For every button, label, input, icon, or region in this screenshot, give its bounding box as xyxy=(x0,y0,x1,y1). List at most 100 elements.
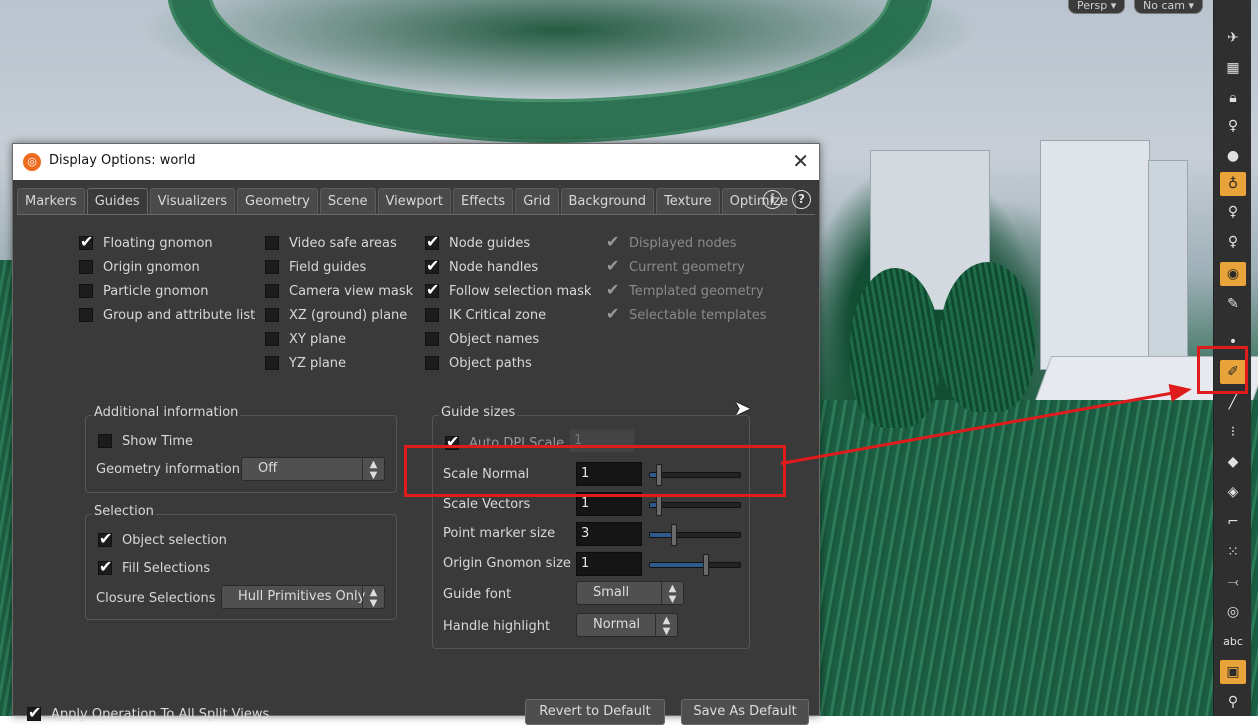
checkbox[interactable] xyxy=(79,232,93,251)
xy-plane-toggle[interactable]: XY plane xyxy=(265,329,346,349)
checkbox-label: Object names xyxy=(449,331,540,347)
origin-gnomon-toggle[interactable]: Origin gnomon xyxy=(79,257,200,277)
xz-plane-toggle[interactable]: XZ (ground) plane xyxy=(265,305,407,325)
checkbox[interactable] xyxy=(98,529,112,548)
checkbox[interactable] xyxy=(265,308,279,322)
save-as-default-button[interactable]: Save As Default xyxy=(681,699,809,725)
show-time-toggle[interactable]: Show Time xyxy=(98,431,193,451)
object-selection-toggle[interactable]: Object selection xyxy=(98,529,227,550)
slider-thumb[interactable] xyxy=(656,494,662,516)
background-image-icon[interactable]: ▣ xyxy=(1220,660,1246,684)
checkbox[interactable] xyxy=(79,284,93,298)
tab-grid[interactable]: Grid xyxy=(515,188,559,214)
sphere-icon[interactable]: ● xyxy=(1220,144,1246,168)
tab-scene[interactable]: Scene xyxy=(319,188,376,214)
handle-highlight-select[interactable]: Normal ▲ ▼ xyxy=(576,613,678,637)
checkbox[interactable] xyxy=(265,236,279,250)
guide-font-select[interactable]: Small ▲ ▼ xyxy=(576,581,684,605)
help-icon[interactable]: ? xyxy=(792,190,811,209)
checkbox[interactable] xyxy=(425,256,439,275)
scale-vectors-slider[interactable] xyxy=(649,494,741,516)
light-bulb-icon[interactable]: ♀ xyxy=(1220,114,1246,138)
select-value: Off xyxy=(258,461,278,476)
tab-markers[interactable]: Markers xyxy=(17,188,85,214)
point-numbers-icon[interactable]: ⁝ xyxy=(1220,420,1246,444)
houdini-logo-icon: ◎ xyxy=(23,153,41,171)
key-light-icon[interactable]: ♀ xyxy=(1220,230,1246,254)
floating-gnomon-toggle[interactable]: Floating gnomon xyxy=(79,232,213,253)
fill-selections-toggle[interactable]: Fill Selections xyxy=(98,557,210,578)
tab-geometry[interactable]: Geometry xyxy=(237,188,318,214)
origin-gnomon-size-slider[interactable] xyxy=(649,554,741,576)
hull-icon[interactable]: ⤙ xyxy=(1220,570,1246,594)
text-labels-icon[interactable]: abc xyxy=(1220,630,1246,654)
ambient-occlusion-icon[interactable]: ◉ xyxy=(1220,262,1246,286)
tab-viewport[interactable]: Viewport xyxy=(377,188,452,214)
slider-thumb[interactable] xyxy=(703,554,709,576)
tab-effects[interactable]: Effects xyxy=(453,188,514,214)
checkbox-label: XZ (ground) plane xyxy=(289,307,408,323)
video-safe-areas-toggle[interactable]: Video safe areas xyxy=(265,233,397,253)
info-icon[interactable]: i xyxy=(763,190,782,209)
follow-selection-mask-toggle[interactable]: Follow selection mask xyxy=(425,280,591,301)
checkbox[interactable] xyxy=(425,232,439,251)
breakpoint-icon[interactable]: ⁙ xyxy=(1220,540,1246,564)
camera-menu[interactable]: No cam ▾ xyxy=(1134,0,1203,14)
geometry-information-select[interactable]: Off ▲ ▼ xyxy=(241,457,385,481)
group-attribute-list-toggle[interactable]: Group and attribute list xyxy=(79,305,255,325)
lock-icon[interactable]: 🔒︎ xyxy=(1220,86,1246,110)
camera-view-mask-toggle[interactable]: Camera view mask xyxy=(265,281,413,301)
field-guides-toggle[interactable]: Field guides xyxy=(265,257,366,277)
circle-icon[interactable]: ◎ xyxy=(1220,600,1246,624)
object-names-toggle[interactable]: Object names xyxy=(425,329,539,349)
prim-icon[interactable]: ◈ xyxy=(1220,480,1246,504)
persp-menu[interactable]: Persp ▾ xyxy=(1068,0,1126,14)
checkbox[interactable] xyxy=(265,284,279,298)
revert-to-default-button[interactable]: Revert to Default xyxy=(525,699,665,725)
node-guides-toggle[interactable]: Node guides xyxy=(425,232,530,253)
checkbox[interactable] xyxy=(425,280,439,299)
origin-gnomon-size-field[interactable]: 1 xyxy=(576,552,642,576)
dialog-titlebar[interactable]: ◎ Display Options: world ✕ xyxy=(13,144,819,180)
checkbox[interactable] xyxy=(425,332,439,346)
checkbox[interactable] xyxy=(265,260,279,274)
tab-texture[interactable]: Texture xyxy=(656,188,720,214)
point-marker-size-field[interactable]: 3 xyxy=(576,522,642,546)
particle-gnomon-toggle[interactable]: Particle gnomon xyxy=(79,281,208,301)
checkbox-label: Show Time xyxy=(122,433,194,449)
object-paths-toggle[interactable]: Object paths xyxy=(425,353,532,373)
closure-selections-select[interactable]: Hull Primitives Only ▲ ▼ xyxy=(221,585,385,609)
checkbox[interactable] xyxy=(265,356,279,370)
ik-critical-zone-toggle[interactable]: IK Critical zone xyxy=(425,305,546,325)
slider-thumb[interactable] xyxy=(671,524,677,546)
search-icon[interactable]: ⚲ xyxy=(1220,690,1246,714)
shaded-icon[interactable]: ▦ xyxy=(1220,56,1246,80)
yz-plane-toggle[interactable]: YZ plane xyxy=(265,353,346,373)
checkbox[interactable] xyxy=(265,332,279,346)
checkbox[interactable] xyxy=(425,356,439,370)
checkbox[interactable] xyxy=(98,557,112,576)
group-title: Additional information xyxy=(92,405,241,420)
checkbox[interactable] xyxy=(425,308,439,322)
edge-icon[interactable]: ⌐ xyxy=(1220,510,1246,534)
tab-guides[interactable]: Guides xyxy=(86,188,148,214)
points-icon[interactable]: ✎ xyxy=(1220,292,1246,316)
tab-background[interactable]: Background xyxy=(560,188,655,214)
checkbox[interactable] xyxy=(79,260,93,274)
tab-visualizers[interactable]: Visualizers xyxy=(149,188,236,214)
headlight-icon[interactable]: ♁ xyxy=(1220,172,1246,196)
node-handles-toggle[interactable]: Node handles xyxy=(425,256,538,277)
tab-optimize[interactable]: Optimize xyxy=(721,188,796,214)
vertex-icon[interactable]: ◆ xyxy=(1220,450,1246,474)
checkbox-label: XY plane xyxy=(289,331,347,347)
close-icon[interactable]: ✕ xyxy=(792,149,809,173)
point-marker-size-slider[interactable] xyxy=(649,524,741,546)
viewport-canopy-ring xyxy=(170,0,930,140)
wireframe-icon[interactable]: ✈ xyxy=(1220,26,1246,50)
checkbox[interactable] xyxy=(79,308,93,322)
select-value: Normal xyxy=(593,617,641,632)
checkbox[interactable] xyxy=(98,434,112,448)
checkbox[interactable] xyxy=(27,703,41,722)
light-icon[interactable]: ♀ xyxy=(1220,200,1246,224)
apply-split-views-toggle[interactable]: Apply Operation To All Split Views xyxy=(27,703,269,724)
